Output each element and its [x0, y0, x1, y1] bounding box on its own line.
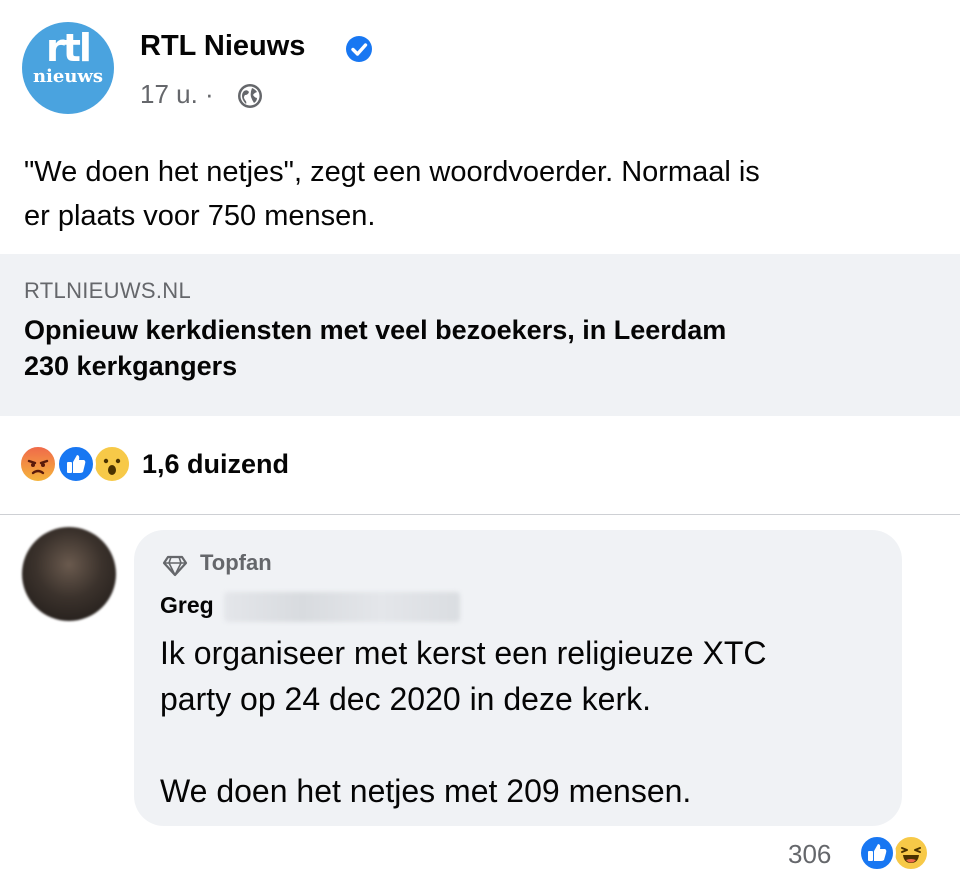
like-reaction-icon	[56, 444, 96, 484]
comment-line: We doen het netjes met 209 mensen.	[160, 773, 692, 809]
haha-reaction-icon	[892, 834, 930, 872]
link-title-line: Opnieuw kerkdiensten met veel bezoekers,…	[24, 315, 727, 345]
divider	[0, 514, 960, 515]
logo-nieuws-text: nieuws	[32, 66, 104, 87]
post-timestamp[interactable]: 17 u. ·	[140, 78, 214, 110]
page-name-link[interactable]: RTL Nieuws	[140, 28, 305, 64]
reaction-count[interactable]: 1,6 duizend	[142, 446, 289, 482]
logo-rtl-text: rtl	[46, 26, 92, 70]
name-redaction	[224, 592, 460, 622]
comment-line: Ik organiseer met kerst een religieuze X…	[160, 635, 767, 671]
link-preview-card[interactable]: RTLNIEUWS.NL Opnieuw kerkdiensten met ve…	[0, 254, 960, 416]
post-text: "We doen het netjes", zegt een woordvoer…	[24, 150, 944, 238]
link-title-line: 230 kerkgangers	[24, 351, 238, 381]
comment-bubble: Topfan Greg Ik organiseer met kerst een …	[134, 530, 902, 826]
diamond-icon	[162, 555, 188, 577]
commenter-avatar[interactable]	[22, 527, 116, 621]
wow-reaction-icon	[92, 444, 132, 484]
globe-icon	[238, 84, 262, 108]
page-avatar[interactable]: rtl nieuws	[22, 22, 114, 114]
verified-badge-icon	[346, 36, 372, 62]
link-title: Opnieuw kerkdiensten met veel bezoekers,…	[24, 312, 934, 384]
comment-reactions[interactable]: 306	[788, 834, 948, 874]
post-text-line: "We doen het netjes", zegt een woordvoer…	[24, 156, 760, 188]
post-header: rtl nieuws RTL Nieuws 17 u. ·	[22, 22, 922, 118]
post-text-line: er plaats voor 750 mensen.	[24, 200, 376, 232]
link-domain: RTLNIEUWS.NL	[24, 278, 191, 303]
reactions-summary[interactable]: 1,6 duizend	[18, 440, 618, 490]
topfan-badge: Topfan	[200, 550, 272, 575]
angry-reaction-icon	[18, 444, 58, 484]
commenter-name[interactable]: Greg	[160, 592, 214, 619]
comment-line: party op 24 dec 2020 in deze kerk.	[160, 681, 651, 717]
like-reaction-icon	[858, 834, 896, 872]
comment-text: Ik organiseer met kerst een religieuze X…	[160, 630, 880, 814]
comment-reaction-count: 306	[788, 839, 832, 869]
